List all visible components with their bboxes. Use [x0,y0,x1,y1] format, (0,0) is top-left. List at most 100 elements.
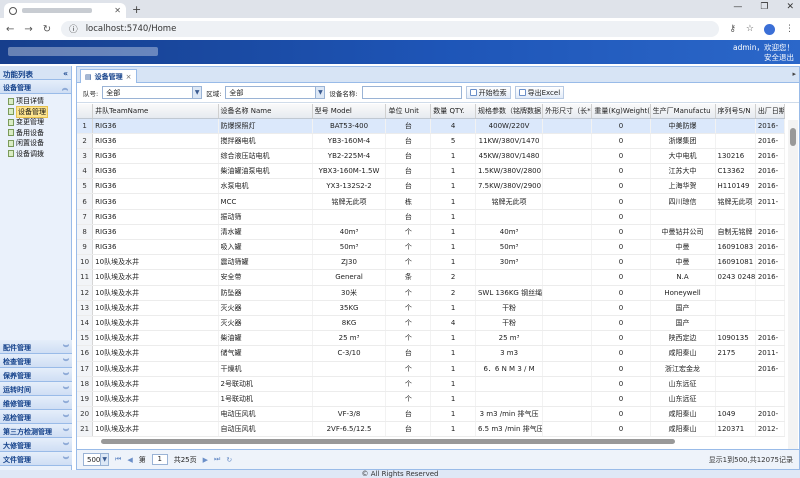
main-tabstrip: ▤ 设备管理 × ▸ [77,67,799,83]
chevron-down-icon[interactable]: ▼ [315,87,325,98]
collapse-icon[interactable]: « [63,69,68,78]
table-row[interactable]: 11 10队埃及水井 安全带 General 条 2 0 N.A 0243 0248 2016- [77,269,785,286]
scroll-thumb[interactable] [101,439,675,444]
first-page-icon[interactable]: ⏮ [115,455,121,464]
key-icon[interactable]: ⚷ [729,24,736,34]
column-header[interactable]: 外形尺寸（长*宽* [542,104,593,119]
sidebar-group[interactable]: 检查管理 ︾ [0,354,72,368]
last-page-icon[interactable]: ⏭ [214,455,220,464]
table-row[interactable]: 2 RIG36 搅拌器电机 YB3-160M-4 台 5 11KW/380V/1470 0 浙爆… [77,133,785,149]
column-header[interactable]: 生产厂Manufactu [650,104,716,119]
browser-tab[interactable]: ✕ [4,3,126,18]
table-row[interactable]: 15 10队埃及水井 柴油罐 25 m³ 个 1 25 m³ 0 陕西定边 1090135 2016… [77,330,785,347]
table-row[interactable]: 6 RIG36 MCC 铭牌无此项栋 1 铭牌无此项 0 四川琼信 铭牌无此项 2011- [77,193,785,210]
sidebar-item-equipment[interactable]: 设备管理 [0,105,71,118]
sidebar-group[interactable]: 文件管理 ︾ [0,452,72,466]
search-button[interactable]: 开始检索 [465,86,511,99]
new-tab-button[interactable]: + [132,3,141,16]
scroll-thumb[interactable] [790,128,796,146]
table-row[interactable]: 14 10队埃及水井 灭火器 8KG 个 4 干粉 0 国产 [77,315,785,332]
sidebar-group[interactable]: 维修管理 ︾ [0,396,72,410]
column-header[interactable]: 井队TeamName [92,104,219,119]
column-header[interactable]: 重量(Kg)Weight(K [591,104,651,119]
close-icon[interactable]: × [126,73,132,81]
sidebar-item-transfer[interactable]: 设备调拨 [0,149,71,160]
table-cell: 0 [591,406,651,423]
column-header[interactable]: 单位 Unit [385,104,432,119]
table-row[interactable]: 5 RIG36 水泵电机 YX3-132S2-2 台 1 7.5KW/380V/2900 0 上… [77,178,785,195]
table-row[interactable]: 9 RIG36 吸入罐 50m³ 个 1 50m³ 0 中曼 16091083 2016- [77,239,785,256]
page-number-input[interactable]: 1 [151,454,168,465]
table-row[interactable]: 4 RIG36 柴油罐油泵电机 YBX3-160M-1.5W 台 1 1.5KW/380V/… [77,163,785,180]
column-header[interactable]: 规格参数（铭牌数据 [475,104,544,119]
close-icon[interactable]: ✕ [114,6,121,15]
table-row[interactable]: 17 10队埃及水井 干燥机 个 1 6．6 N M 3 / M 0 浙江宏金龙 2016- [77,361,785,377]
table-row[interactable]: 7 RIG36 振动筛 台 1 0 [77,209,785,225]
restore-icon[interactable]: ❐ [760,2,768,12]
sidebar-item-idle[interactable]: 闲置设备 [0,138,71,149]
tab-equipment[interactable]: ▤ 设备管理 × [80,69,137,83]
page-size-select[interactable]: 500 ▼ [83,453,109,466]
table-cell: 0 [591,148,651,165]
sidebar-group[interactable]: 运转时间 ︾ [0,382,72,396]
table-cell: 中美防爆 [650,118,716,134]
table-row[interactable]: 20 10队埃及水井 电动压风机 VF-3/8 台 1 3 m3 /min 排气压 0 咸阳秦山… [77,406,785,423]
table-row[interactable]: 19 10队埃及水井 1号联动机 个 1 0 山东远征 [77,391,785,408]
minimize-icon[interactable]: — [733,2,742,12]
close-window-icon[interactable]: ✕ [786,2,794,12]
table-row[interactable]: 21 10队埃及水井 自动压风机 2VF-6.5/12.5 台 1 6.5 m3 /min … [77,421,785,438]
table-row[interactable]: 12 10队埃及水井 防坠器 30米个 2 SWL 136KG 钢丝绳 0 Honeywell [77,285,785,301]
back-icon[interactable]: ← [6,24,14,35]
sidebar-item-change[interactable]: 变更管理 [0,117,71,128]
next-page-icon[interactable]: ▶ [203,456,208,464]
table-row[interactable]: 10 10队埃及水井 震动筛罐 ZJ30 个 1 30m³ 0 中曼 16091081 2016- [77,254,785,271]
sidebar-group-active[interactable]: 设备管理 ︽ [0,80,71,94]
table-row[interactable]: 1 RIG36 防爆探照灯 BAT53-400 台 4 400W/220V 0 中美防爆 2016… [77,118,785,134]
tab-scroll-icon[interactable]: ▸ [792,70,796,78]
refresh-icon[interactable]: ↻ [226,456,232,464]
table-row[interactable]: 13 10队埃及水井 灭火器 35KG 个 1 干粉 0 国产 [77,300,785,316]
chevron-down-icon[interactable]: ▼ [100,454,108,465]
logout-link[interactable]: 安全退出 [733,53,794,63]
page-prefix: 第 [138,455,146,464]
profile-avatar[interactable] [764,23,775,35]
sidebar-group[interactable]: 配件管理 ︾ [0,340,72,354]
column-header[interactable]: 型号 Model [312,104,387,119]
column-header[interactable]: 出厂日期Da [755,104,785,119]
table-row[interactable]: 16 10队埃及水井 储气罐 C-3/10 台 1 3 m3 0 咸阳秦山 2175 2011- [77,345,785,362]
reload-icon[interactable]: ↻ [43,24,51,35]
export-button[interactable]: 导出Excel [514,86,565,99]
table-cell: 0 [591,254,651,271]
column-header[interactable]: 序列号S/N [715,104,756,119]
team-select[interactable]: 全部 ▼ [102,86,203,99]
sidebar-group[interactable]: 巡检管理 ︾ [0,410,72,424]
row-number: 8 [77,224,94,241]
star-icon[interactable]: ☆ [746,24,754,34]
sidebar-group[interactable]: 保养管理 ︾ [0,368,72,382]
chevron-down-icon[interactable]: ▼ [192,87,202,98]
horizontal-scrollbar[interactable] [97,437,785,446]
column-header[interactable]: 数量 QTY. [430,104,476,119]
sidebar-group[interactable]: 第三方检测管理 ︾ [0,424,72,438]
table-row[interactable]: 3 RIG36 综合液压站电机 YB2-225M-4 台 1 45KW/380V/1480 0… [77,148,785,165]
table-cell: 0 [591,118,651,134]
forward-icon[interactable]: → [24,24,32,35]
table-cell: ZJ30 [312,254,387,271]
table-row[interactable]: 8 RIG36 清水罐 40m³ 个 1 40m³ 0 中曼钻井公司 自制无铭牌 2016- [77,224,785,241]
area-select[interactable]: 全部 ▼ [225,86,326,99]
sidebar-item-spare[interactable]: 备用设备 [0,128,71,139]
name-label: 设备名称: [329,89,358,98]
table-cell: 1 [430,163,476,180]
vertical-scrollbar[interactable] [788,120,798,450]
table-row[interactable]: 18 10队埃及水井 2号联动机 个 1 0 山东远征 [77,376,785,392]
table-cell: 1 [430,300,476,316]
name-input[interactable] [361,86,462,99]
menu-icon[interactable]: ⋮ [785,24,794,34]
site-info-icon[interactable]: ⓘ [69,23,78,35]
prev-page-icon[interactable]: ◀ [127,456,132,464]
table-cell: 2175 [715,345,756,362]
tab-label: 设备管理 [94,72,123,81]
column-header[interactable]: 设备名称 Name [218,104,313,119]
url-field[interactable]: ⓘ localhost:5740/Home [61,21,720,37]
sidebar-group[interactable]: 大修管理 ︾ [0,438,72,452]
